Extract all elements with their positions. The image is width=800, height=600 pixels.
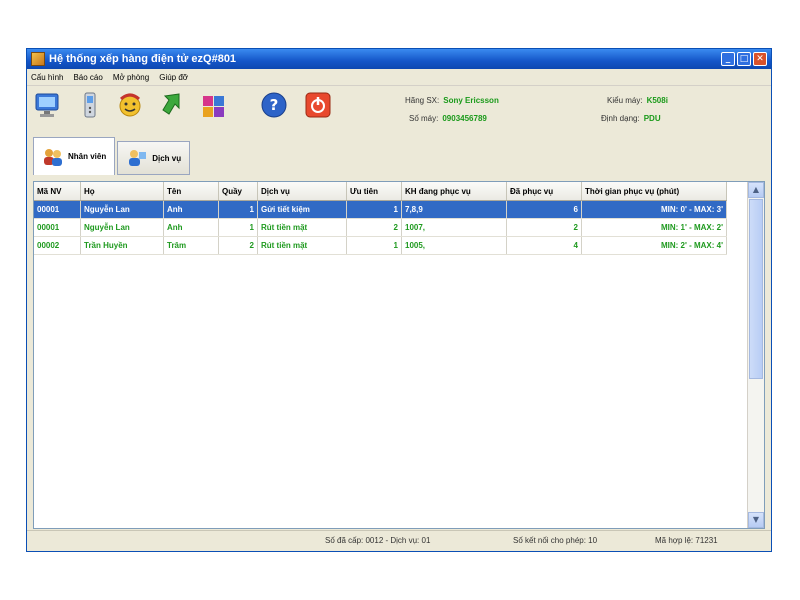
phone-icon[interactable] — [75, 90, 105, 120]
cell-time: MIN: 1' - MAX: 2' — [581, 218, 727, 237]
cell-served: 4 — [506, 236, 582, 255]
tab-services-label: Dịch vụ — [152, 153, 182, 163]
menu-bar: Cấu hình Báo cáo Mở phòng Giúp đỡ — [27, 69, 771, 86]
cell-service: Rút tiền mặt — [257, 218, 347, 237]
col-header[interactable]: Mã NV — [34, 182, 81, 201]
cell-name: Trâm — [163, 236, 219, 255]
cell-serving: 7,8,9 — [401, 200, 507, 219]
maker-info: Hãng SX: Sony Ericsson — [405, 96, 499, 105]
puzzle-icon[interactable] — [199, 90, 229, 120]
app-icon — [31, 52, 45, 66]
refresh-face-icon[interactable] — [115, 90, 145, 120]
close-button[interactable]: ✕ — [753, 52, 767, 66]
menu-help[interactable]: Giúp đỡ — [159, 73, 188, 82]
menu-open-room[interactable]: Mở phòng — [113, 73, 149, 82]
table-row[interactable]: 00002 Trần Huyền Trâm 2 Rút tiền mặt 1 1… — [34, 236, 727, 255]
status-connections: Số kết nối cho phép: 10 — [513, 536, 598, 545]
col-header[interactable]: Họ — [80, 182, 164, 201]
cell-id: 00001 — [34, 200, 81, 219]
menu-reports[interactable]: Báo cáo — [73, 73, 102, 82]
phone-info: Số máy: 0903456789 — [409, 114, 487, 123]
maximize-button[interactable]: □ — [737, 52, 751, 66]
col-header[interactable]: Quầy — [218, 182, 258, 201]
monitor-icon[interactable] — [33, 90, 63, 120]
cell-priority: 1 — [346, 200, 402, 219]
table-row[interactable]: 00001 Nguyễn Lan Anh 1 Gửi tiết kiệm 1 7… — [34, 200, 727, 219]
users-icon — [44, 148, 62, 166]
cell-counter: 1 — [218, 218, 258, 237]
scroll-thumb[interactable] — [749, 199, 763, 379]
vertical-scrollbar[interactable]: ▲ ▼ — [747, 182, 764, 528]
cell-counter: 1 — [218, 200, 258, 219]
help-icon[interactable]: ? — [259, 90, 289, 120]
table-header-row: Mã NV Họ Tên Quầy Dịch vụ Ưu tiên KH đan… — [34, 182, 727, 201]
service-users-icon — [129, 150, 147, 166]
employee-grid: Mã NV Họ Tên Quầy Dịch vụ Ưu tiên KH đan… — [33, 181, 765, 529]
tab-employees[interactable]: Nhân viên — [33, 137, 116, 175]
col-header[interactable]: Tên — [163, 182, 219, 201]
cell-served: 6 — [506, 200, 582, 219]
svg-text:?: ? — [270, 96, 279, 114]
cell-id: 00002 — [34, 236, 81, 255]
scroll-up-icon[interactable]: ▲ — [748, 182, 764, 198]
menu-config[interactable]: Cấu hình — [31, 73, 63, 82]
table-row[interactable]: 00001 Nguyễn Lan Anh 1 Rút tiền mặt 2 10… — [34, 218, 727, 237]
cell-counter: 2 — [218, 236, 258, 255]
format-info: Định dạng: PDU — [601, 114, 661, 123]
minimize-button[interactable]: _ — [721, 52, 735, 66]
toolbar: ? Hãng SX: Sony Ericsson Số máy: 090345678… — [27, 86, 771, 126]
col-header[interactable]: Thời gian phục vụ (phút) — [581, 182, 727, 201]
cell-name: Anh — [163, 218, 219, 237]
cell-surname: Nguyễn Lan — [80, 218, 164, 237]
cell-served: 2 — [506, 218, 582, 237]
status-bar: Số đã cấp: 0012 - Dịch vụ: 01 Số kết nối… — [27, 530, 771, 551]
col-header[interactable]: Ưu tiên — [346, 182, 402, 201]
cell-id: 00001 — [34, 218, 81, 237]
tab-employees-label: Nhân viên — [68, 152, 107, 161]
col-header[interactable]: Đã phục vụ — [506, 182, 582, 201]
tab-strip: Nhân viên Dịch vụ — [33, 137, 191, 177]
cell-name: Anh — [163, 200, 219, 219]
scroll-down-icon[interactable]: ▼ — [748, 512, 764, 528]
cell-serving: 1007, — [401, 218, 507, 237]
title-bar[interactable]: Hệ thống xếp hàng điện tử ezQ#801 _ □ ✕ — [27, 49, 771, 69]
power-icon[interactable] — [303, 90, 333, 120]
model-info: Kiểu máy: K508i — [607, 96, 668, 105]
cell-serving: 1005, — [401, 236, 507, 255]
window-title: Hệ thống xếp hàng điện tử ezQ#801 — [49, 53, 237, 65]
green-arrow-icon[interactable] — [157, 90, 187, 120]
status-issued: Số đã cấp: 0012 - Dịch vụ: 01 — [325, 536, 431, 545]
cell-service: Gửi tiết kiệm — [257, 200, 347, 219]
cell-priority: 1 — [346, 236, 402, 255]
main-window: Hệ thống xếp hàng điện tử ezQ#801 _ □ ✕ … — [26, 48, 772, 552]
col-header[interactable]: KH đang phục vụ — [401, 182, 507, 201]
cell-surname: Trần Huyền — [80, 236, 164, 255]
cell-priority: 2 — [346, 218, 402, 237]
cell-service: Rút tiền mặt — [257, 236, 347, 255]
status-license: Mã hợp lệ: 71231 — [655, 536, 718, 545]
data-table: Mã NV Họ Tên Quầy Dịch vụ Ưu tiên KH đan… — [34, 182, 727, 255]
cell-surname: Nguyễn Lan — [80, 200, 164, 219]
cell-time: MIN: 2' - MAX: 4' — [581, 236, 727, 255]
cell-time: MIN: 0' - MAX: 3' — [581, 200, 727, 219]
col-header[interactable]: Dịch vụ — [257, 182, 347, 201]
tab-services[interactable]: Dịch vụ — [117, 141, 191, 175]
